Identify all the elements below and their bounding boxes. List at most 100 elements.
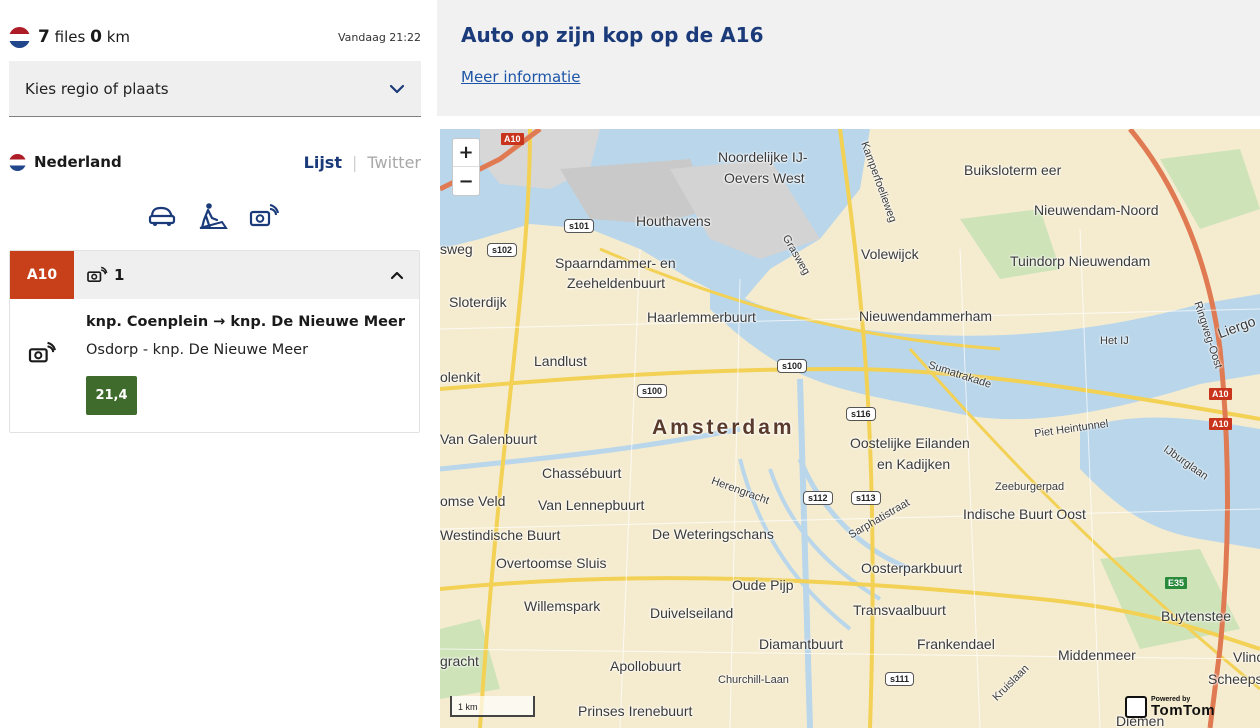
route-shield: s113 [851,491,881,505]
map-label: Spaarndammer- en [555,255,676,271]
route-shield: s112 [803,491,833,505]
netherlands-flag-icon [9,153,26,171]
map-label: Chassébuurt [542,465,622,481]
more-info-link[interactable]: Meer informatie [461,68,580,86]
map-label: Duivelseiland [650,605,734,621]
traffic-jam-filter[interactable] [145,200,178,233]
route-shield: s100 [777,359,808,373]
summary-counts: 7 files 0 km [38,27,130,47]
road-shield: A10 [501,133,524,145]
tab-separator: | [351,152,358,172]
map-label: Tuindorp Nieuwendam [1010,253,1151,269]
map-label: Middenmeer [1058,647,1136,663]
route-shield: s100 [637,384,668,398]
euro-shield: E35 [1165,577,1188,589]
files-label: files [54,28,86,46]
map-label: Sloterdijk [449,294,507,310]
map-label: Landlust [534,353,587,369]
news-title: Auto op zijn kop op de A16 [461,23,764,47]
road-incident-card: A10 1 knp. Coenplein → knp. De Nieuwe Me… [9,250,420,433]
incident-type-filters [145,198,285,234]
map-label: Transvaalbuurt [853,602,946,618]
netherlands-flag-icon [9,26,30,48]
update-timestamp: Vandaag 21:22 [337,30,421,44]
tab-list[interactable]: Lijst [304,153,342,172]
map-label: Houthavens [636,213,711,229]
map-label: Oostelijke Eilanden [850,435,970,451]
map-label: Buiksloterm eer [964,162,1062,178]
map-label: Willemspark [524,598,601,614]
map-label: sweg [440,241,473,257]
view-tabs: Lijst | Twitter [304,153,421,172]
map-label: Volewijck [861,246,919,262]
traffic-summary: 7 files 0 km Vandaag 21:22 [9,26,421,48]
map-label: omse Veld [440,493,506,509]
traffic-sidebar: 7 files 0 km Vandaag 21:22 Kies regio of… [0,0,437,728]
files-count: 7 [38,27,50,47]
speed-camera-icon [87,266,108,283]
chevron-down-icon [389,84,405,93]
route-shield: s116 [846,407,876,421]
tomtom-attribution: Powered by TomTom [1125,693,1253,721]
region-select-placeholder: Kies regio of plaats [25,79,169,98]
map-label: Buytenstee [1161,608,1232,624]
map-label: Overtoomse Sluis [496,555,607,571]
map-label: olenkit [440,369,481,385]
road-shield: A10 [1209,388,1232,400]
incident-item[interactable]: knp. Coenplein → knp. De Nieuwe Meer Osd… [10,299,419,434]
tomtom-logo-icon [1125,696,1147,718]
incident-route: knp. Coenplein → knp. De Nieuwe Meer [86,314,405,330]
country-name: Nederland [34,153,122,171]
country-header: Nederland Lijst | Twitter [9,150,421,174]
news-panel: Auto op zijn kop op de A16 Meer informat… [437,0,1260,116]
map-label: Westindische Buurt [440,527,561,543]
tab-twitter[interactable]: Twitter [367,153,421,172]
route-shield: s111 [885,672,915,686]
map-label: De Weteringschans [652,526,774,542]
map-label: Noordelijke IJ- [718,149,808,165]
attribution-text: Powered by TomTom [1151,696,1215,718]
km-label: km [106,28,131,46]
map-tiles [440,129,1260,728]
speed-camera-icon [28,341,56,363]
speed-camera-icon [249,204,279,227]
speed-camera-filter[interactable] [247,200,280,233]
map-label: Frankendael [917,636,995,652]
map-scale: 1 km [450,696,535,717]
map-label: Zeeheldenbuurt [567,275,666,291]
map-label: Apollobuurt [610,658,681,674]
incident-count: 1 [114,266,125,284]
map-label: Oosterparkbuurt [861,560,963,576]
road-badge: A10 [10,251,74,299]
map-label: Zeeburgerpad [995,481,1065,493]
map-label: Scheeps [1208,671,1260,687]
map-label: Diamantbuurt [759,636,844,652]
traffic-jam-icon [148,206,175,226]
region-select[interactable]: Kies regio of plaats [9,61,421,117]
roadworks-filter[interactable] [196,200,229,233]
map-label: Nieuwendam-Noord [1034,202,1159,218]
route-shield: s102 [487,243,518,257]
city-label: Amsterdam [652,416,795,439]
km-count: 0 [90,27,102,47]
map-label: Haarlemmerbuurt [647,309,756,325]
map-label: Indische Buurt Oost [963,506,1086,522]
route-shield: s101 [564,219,595,233]
zoom-in-button[interactable]: + [453,139,479,168]
map-label: Oude Pijp [732,577,794,593]
road-header[interactable]: A10 1 [10,251,419,299]
road-shield: A10 [1209,418,1232,430]
attribution-brand: TomTom [1151,702,1216,719]
map-label: Vlinc [1233,649,1260,665]
map-label: Van Lennepbuurt [538,497,645,513]
zoom-controls: + − [452,138,480,196]
chevron-up-icon[interactable] [389,267,405,283]
hectometer-badge: 21,4 [86,376,137,415]
map-label: gracht [440,653,479,669]
zoom-out-button[interactable]: − [453,167,479,195]
roadworks-icon [199,203,228,230]
map-label: Prinses Irenebuurt [578,703,693,719]
map-label: Nieuwendammerham [859,308,993,324]
map-label: Van Galenbuurt [440,431,538,447]
traffic-map[interactable]: + − A10 A10 A10 E35 s101 s102 s100 s116 … [440,129,1260,728]
